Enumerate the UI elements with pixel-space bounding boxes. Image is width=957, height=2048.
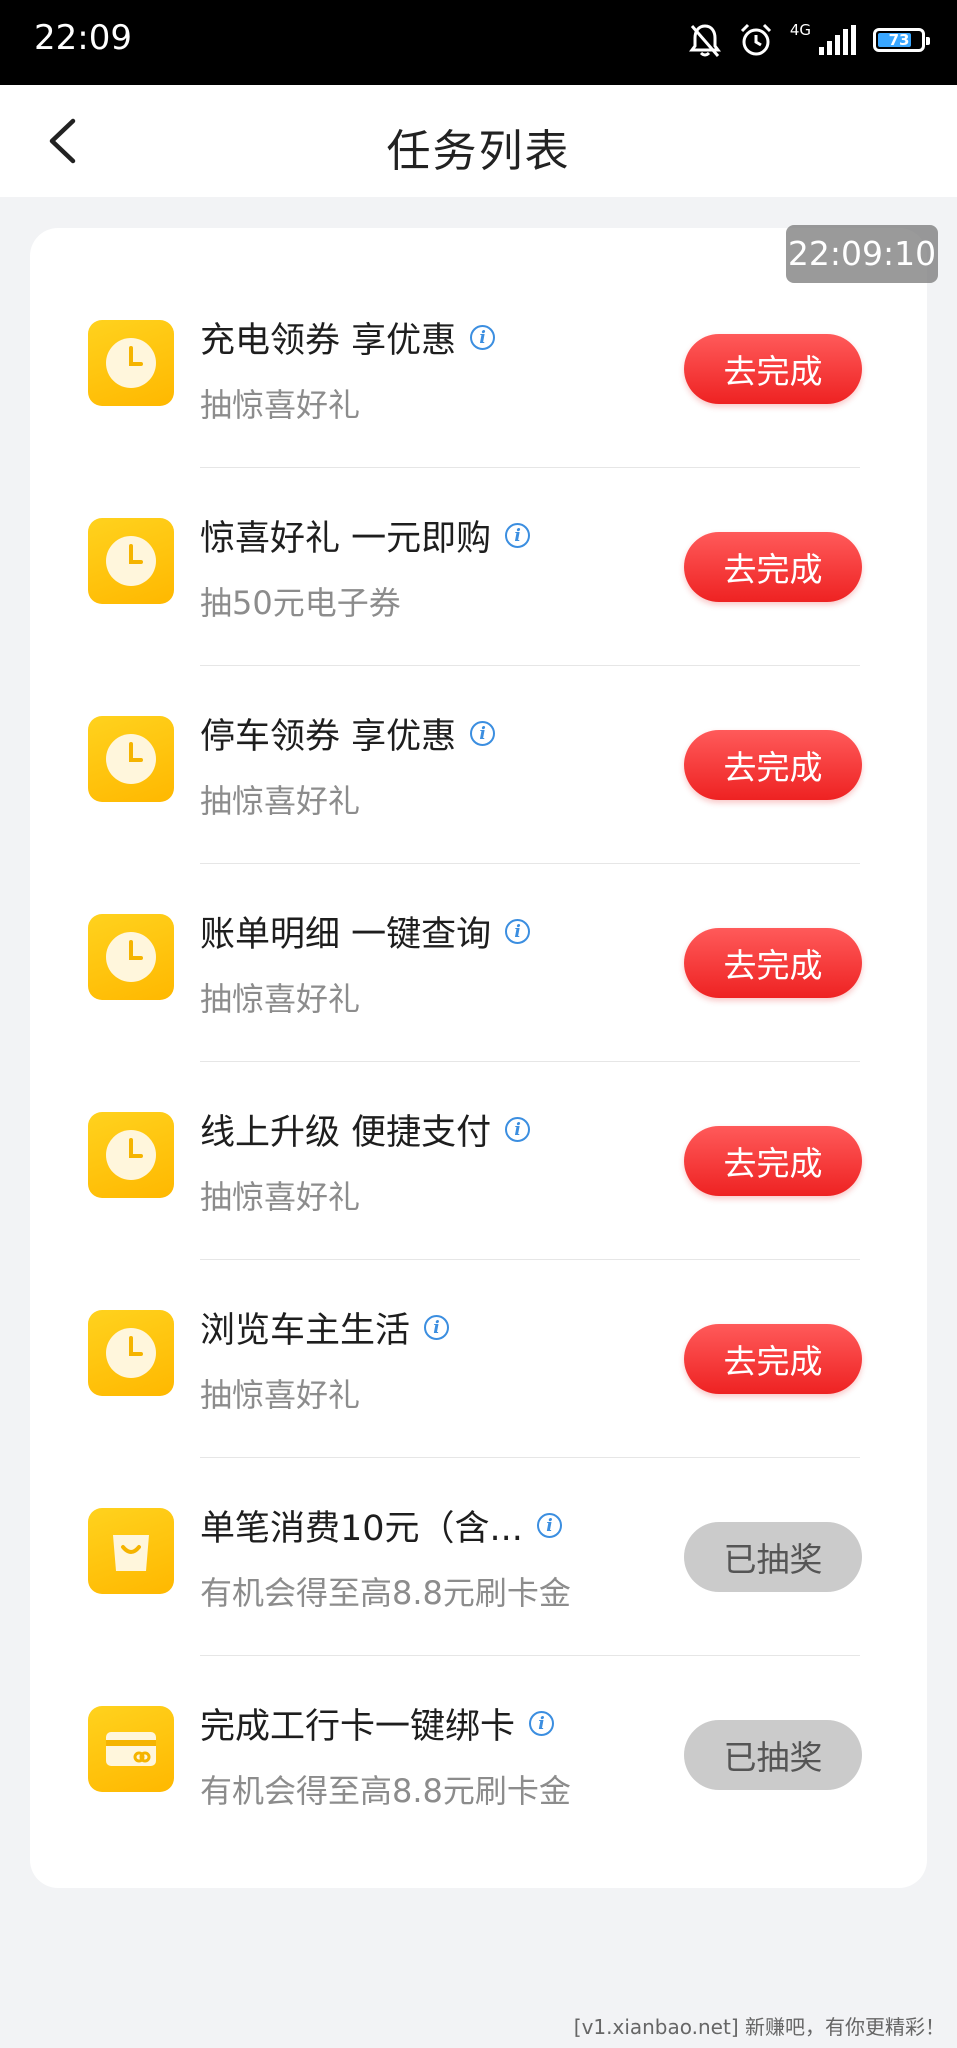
shopping-bag-icon xyxy=(88,1508,174,1594)
task-title[interactable]: 完成工行卡一键绑卡 i xyxy=(200,1698,555,1749)
complete-task-button[interactable]: 去完成 xyxy=(684,334,862,404)
complete-task-button[interactable]: 去完成 xyxy=(684,1324,862,1394)
info-icon[interactable]: i xyxy=(505,919,531,944)
complete-task-button[interactable]: 去完成 xyxy=(684,1126,862,1196)
alarm-icon xyxy=(740,23,771,56)
task-subtitle: 抽惊喜好礼 xyxy=(200,1376,361,1414)
network-type: 4G xyxy=(789,20,811,39)
status-time: 22:09 xyxy=(34,18,132,58)
clock-icon xyxy=(88,914,174,1000)
task-subtitle: 抽50元电子券 xyxy=(200,584,401,622)
signal-icon xyxy=(819,25,856,55)
clock-icon xyxy=(88,320,174,406)
clock-icon xyxy=(88,1310,174,1396)
info-icon[interactable]: i xyxy=(470,325,496,350)
task-title[interactable]: 停车领券 享优惠 i xyxy=(200,708,496,759)
complete-task-button[interactable]: 去完成 xyxy=(684,730,862,800)
watermark: [v1.xianbao.net] 新赚吧，有你更精彩！ xyxy=(573,2015,945,2039)
task-row: 账单明细 一键查询 i 抽惊喜好礼 去完成 xyxy=(30,864,927,1062)
info-icon[interactable]: i xyxy=(470,721,496,746)
task-title[interactable]: 浏览车主生活 i xyxy=(200,1302,450,1353)
task-row: 单笔消费10元（含... i 有机会得至高8.8元刷卡金 已抽奖 xyxy=(30,1458,927,1656)
task-subtitle: 有机会得至高8.8元刷卡金 xyxy=(200,1772,571,1810)
info-icon[interactable]: i xyxy=(505,523,531,548)
info-icon[interactable]: i xyxy=(505,1117,531,1142)
task-row: 充电领券 享优惠 i 抽惊喜好礼 去完成 xyxy=(30,270,927,468)
task-subtitle: 抽惊喜好礼 xyxy=(200,386,361,424)
status-icons: 4G 73 xyxy=(688,18,930,62)
task-subtitle: 抽惊喜好礼 xyxy=(200,980,361,1018)
task-title[interactable]: 充电领券 享优惠 i xyxy=(200,312,496,363)
bank-card-icon xyxy=(88,1706,174,1792)
task-title[interactable]: 惊喜好礼 一元即购 i xyxy=(200,510,531,561)
task-row: 停车领券 享优惠 i 抽惊喜好礼 去完成 xyxy=(30,666,927,864)
drawn-status-button[interactable]: 已抽奖 xyxy=(684,1522,862,1592)
drawn-status-button[interactable]: 已抽奖 xyxy=(684,1720,862,1790)
clock-icon xyxy=(88,716,174,802)
task-row: 完成工行卡一键绑卡 i 有机会得至高8.8元刷卡金 已抽奖 xyxy=(30,1656,927,1854)
task-subtitle: 抽惊喜好礼 xyxy=(200,1178,361,1216)
task-subtitle: 抽惊喜好礼 xyxy=(200,782,361,820)
task-title[interactable]: 账单明细 一键查询 i xyxy=(200,906,531,957)
clock-icon xyxy=(88,1112,174,1198)
complete-task-button[interactable]: 去完成 xyxy=(684,532,862,602)
info-icon[interactable]: i xyxy=(536,1513,562,1538)
task-row: 线上升级 便捷支付 i 抽惊喜好礼 去完成 xyxy=(30,1062,927,1260)
battery-level: 73 xyxy=(888,31,910,49)
info-icon[interactable]: i xyxy=(529,1711,555,1736)
task-subtitle: 有机会得至高8.8元刷卡金 xyxy=(200,1574,571,1612)
page-title: 任务列表 xyxy=(386,126,571,177)
task-title[interactable]: 单笔消费10元（含... i xyxy=(200,1500,562,1551)
clock-icon xyxy=(88,518,174,604)
complete-task-button[interactable]: 去完成 xyxy=(684,928,862,998)
info-icon[interactable]: i xyxy=(424,1315,450,1340)
task-row: 惊喜好礼 一元即购 i 抽50元电子券 去完成 xyxy=(30,468,927,666)
task-row: 浏览车主生活 i 抽惊喜好礼 去完成 xyxy=(30,1260,927,1458)
bell-muted-icon xyxy=(688,24,721,57)
status-bar: 22:09 4G 73 xyxy=(0,0,957,85)
nav-bar: 任务列表 xyxy=(0,85,957,197)
battery-icon: 73 xyxy=(873,28,930,52)
task-title[interactable]: 线上升级 便捷支付 i xyxy=(200,1104,531,1155)
